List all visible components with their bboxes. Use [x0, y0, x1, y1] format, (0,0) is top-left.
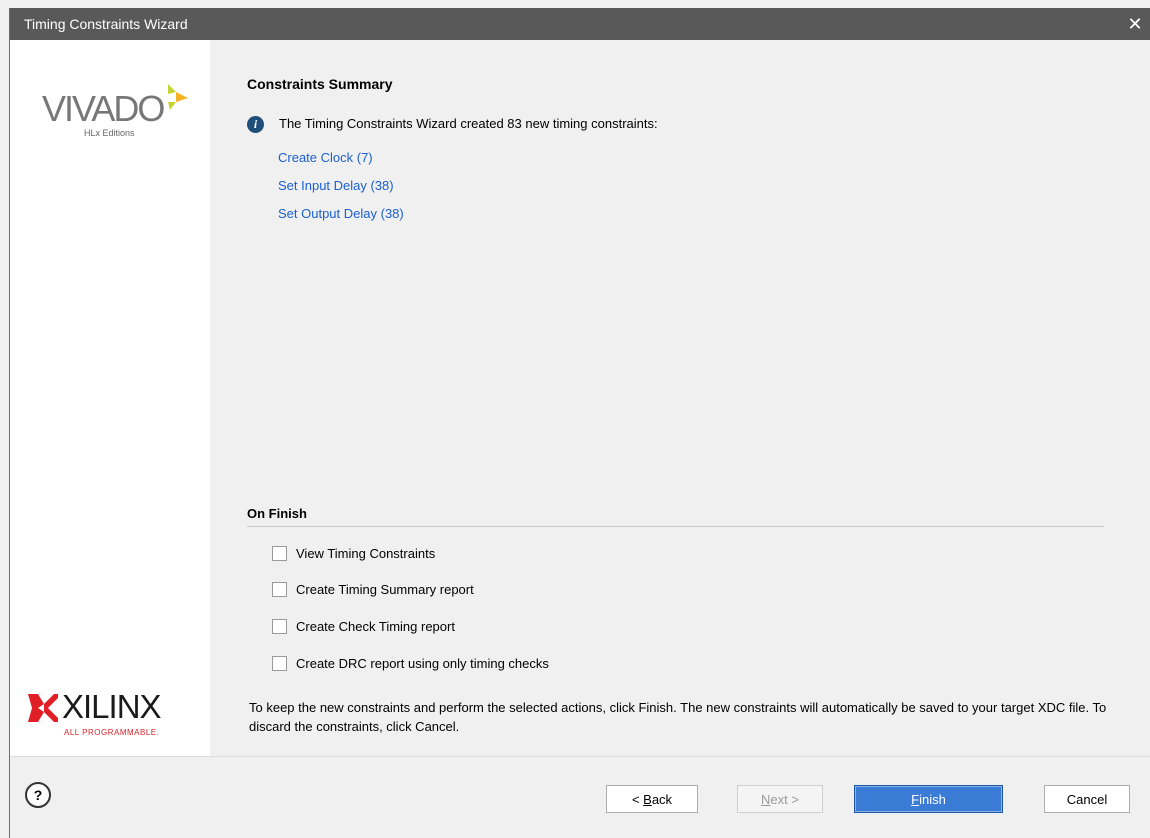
finish-button[interactable]: Finish — [854, 785, 1003, 813]
info-icon: i — [247, 116, 264, 133]
info-text: The Timing Constraints Wizard created 83… — [279, 116, 658, 131]
window-title: Timing Constraints Wizard — [24, 16, 188, 32]
footer-divider — [10, 756, 1150, 757]
link-set-input-delay[interactable]: Set Input Delay (38) — [278, 178, 394, 193]
back-button-prefix: < — [631, 791, 644, 807]
wizard-window: Timing Constraints Wizard ✕ VIVADO HLx E… — [9, 8, 1150, 838]
back-button[interactable]: < Back — [606, 785, 698, 813]
back-button-mnemonic: B — [643, 791, 652, 807]
checkbox[interactable] — [272, 582, 287, 597]
checkbox[interactable] — [272, 619, 287, 634]
cancel-button[interactable]: Cancel — [1044, 785, 1130, 813]
vivado-logo-text: VIVADO — [42, 88, 165, 129]
checkbox[interactable] — [272, 656, 287, 671]
page-title: Constraints Summary — [247, 76, 393, 92]
checkbox[interactable] — [272, 546, 287, 561]
close-icon[interactable]: ✕ — [1119, 8, 1150, 40]
instructions-text: To keep the new constraints and perform … — [249, 700, 1107, 734]
xilinx-mark-icon — [28, 694, 58, 722]
next-button[interactable]: Next > — [737, 785, 823, 813]
back-button-label: ack — [651, 791, 673, 807]
next-button-mnemonic: N — [761, 791, 771, 807]
next-button-label: ext > — [770, 791, 799, 807]
xilinx-logo: XILINX ALL PROGRAMMABLE. — [28, 688, 198, 748]
vivado-logo-subtitle: HLx Editions — [84, 128, 135, 138]
checkbox-label: View Timing Constraints — [296, 546, 436, 561]
on-finish-title: On Finish — [247, 506, 307, 521]
link-create-clock[interactable]: Create Clock (7) — [278, 150, 373, 165]
link-set-output-delay[interactable]: Set Output Delay (38) — [278, 206, 404, 221]
sidebar: VIVADO HLx Editions XILINX ALL PROGRAMMA… — [10, 40, 210, 756]
finish-button-mnemonic: F — [911, 791, 920, 807]
checkbox-label: Create DRC report using only timing chec… — [296, 656, 549, 671]
xilinx-logo-text: XILINX — [62, 688, 162, 725]
help-button[interactable]: ? — [25, 782, 51, 808]
vivado-leaf-icon — [168, 84, 188, 110]
checkbox-label: Create Check Timing report — [296, 619, 455, 634]
section-divider — [247, 526, 1104, 527]
xilinx-logo-subtitle: ALL PROGRAMMABLE. — [64, 728, 160, 737]
main-panel: Constraints Summary i The Timing Constra… — [210, 40, 1150, 756]
title-bar: Timing Constraints Wizard ✕ — [10, 8, 1150, 40]
checkbox-label: Create Timing Summary report — [296, 582, 474, 597]
vivado-logo: VIVADO HLx Editions — [34, 82, 194, 152]
finish-button-label: inish — [919, 791, 946, 807]
